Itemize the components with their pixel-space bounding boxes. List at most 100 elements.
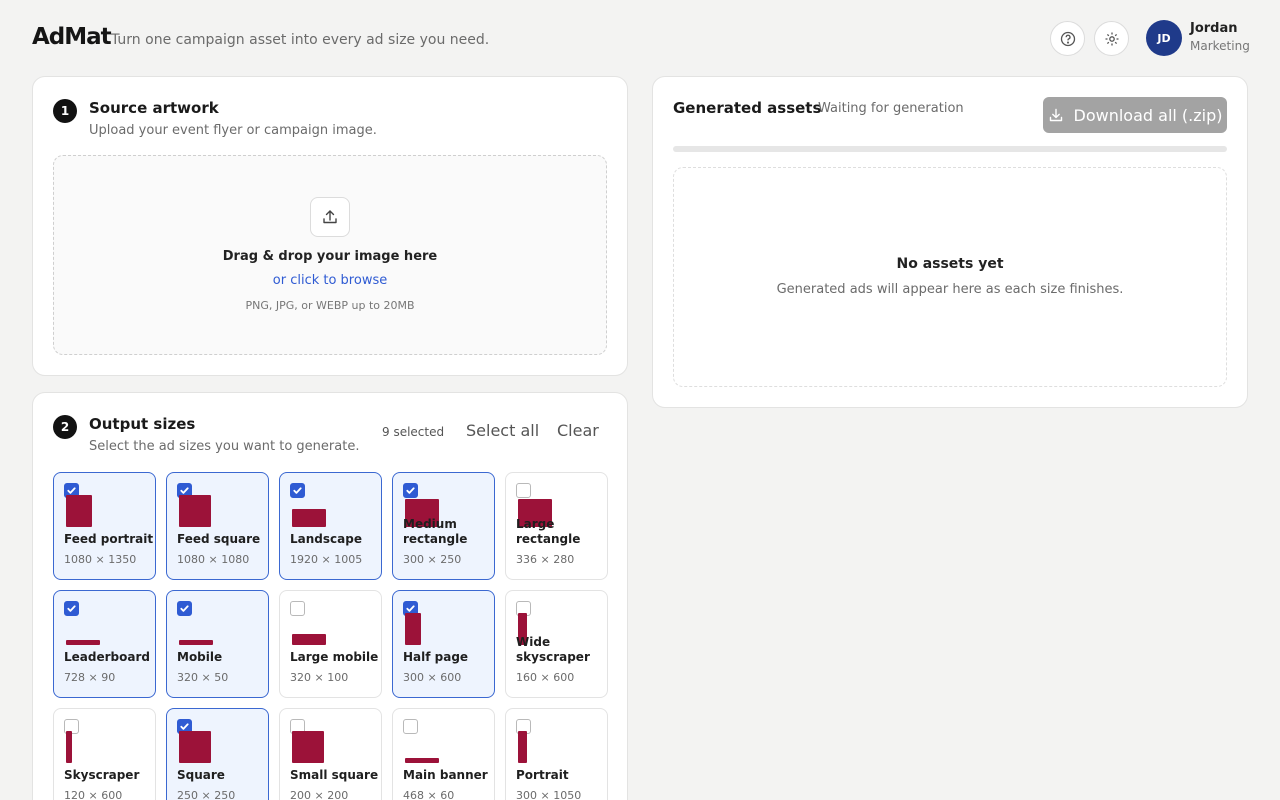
check-icon xyxy=(293,487,302,494)
size-name: Feed portrait xyxy=(64,532,154,546)
size-checkbox[interactable] xyxy=(516,483,531,498)
app-logo: AdMat xyxy=(32,24,112,50)
size-checkbox[interactable] xyxy=(403,483,418,498)
user-role: Marketing xyxy=(1190,39,1250,53)
app-tagline: Turn one campaign asset into every ad si… xyxy=(111,32,490,48)
browse-link[interactable]: or click to browse xyxy=(54,273,606,288)
help-icon xyxy=(1060,31,1075,46)
user-avatar[interactable]: JD xyxy=(1146,20,1182,56)
download-icon xyxy=(1049,108,1062,122)
size-name: Mobile xyxy=(177,650,223,664)
size-option[interactable]: Portrait 300 × 1050 xyxy=(505,708,608,800)
size-checkbox[interactable] xyxy=(290,601,305,616)
check-icon xyxy=(180,605,189,612)
size-dimensions: 320 × 100 xyxy=(290,671,349,684)
size-aspect-preview xyxy=(66,640,100,645)
size-aspect-preview xyxy=(292,634,326,645)
sizes-title: Output sizes xyxy=(89,415,196,433)
source-artwork-card: 1 Source artwork Upload your event flyer… xyxy=(32,76,628,376)
user-name: Jordan xyxy=(1190,21,1238,36)
size-aspect-preview xyxy=(179,731,211,763)
size-dimensions: 160 × 600 xyxy=(516,671,575,684)
size-name: Portrait xyxy=(516,768,569,782)
size-option[interactable]: Square 250 × 250 xyxy=(166,708,269,800)
size-dimensions: 300 × 1050 xyxy=(516,789,582,800)
source-subtitle: Upload your event flyer or campaign imag… xyxy=(89,123,377,138)
size-name: Landscape xyxy=(290,532,362,546)
clear-button[interactable]: Clear xyxy=(557,421,599,440)
size-aspect-preview xyxy=(66,495,92,527)
download-all-button[interactable]: Download all (.zip) xyxy=(1043,97,1227,133)
size-name: Wide skyscraper xyxy=(516,635,590,664)
size-option[interactable]: Large mobile 320 × 100 xyxy=(279,590,382,698)
settings-button[interactable] xyxy=(1094,21,1129,56)
size-aspect-preview xyxy=(518,731,527,763)
size-dimensions: 468 × 60 xyxy=(403,789,455,800)
size-name: Half page xyxy=(403,650,469,664)
size-name: Large rectangle xyxy=(516,517,581,546)
size-name: Skyscraper xyxy=(64,768,140,782)
step-badge-1: 1 xyxy=(53,99,77,123)
empty-state-subtitle: Generated ads will appear here as each s… xyxy=(776,282,1124,297)
size-checkbox[interactable] xyxy=(177,601,192,616)
size-name: Feed square xyxy=(177,532,261,546)
size-checkbox[interactable] xyxy=(290,483,305,498)
size-option[interactable]: Landscape 1920 × 1005 xyxy=(279,472,382,580)
size-name: Medium rectangle xyxy=(403,517,468,546)
output-sizes-card: 2 Output sizes Select the ad sizes you w… xyxy=(32,392,628,800)
step-badge-2: 2 xyxy=(53,415,77,439)
generated-title: Generated assets xyxy=(673,99,822,117)
size-option[interactable]: Half page 300 × 600 xyxy=(392,590,495,698)
generation-status: Waiting for generation xyxy=(818,101,964,116)
app-header: AdMat Turn one campaign asset into every… xyxy=(0,0,1280,76)
assets-empty-state: No assets yet Generated ads will appear … xyxy=(673,167,1227,387)
download-all-label: Download all (.zip) xyxy=(1073,105,1223,125)
size-checkbox[interactable] xyxy=(64,601,79,616)
size-aspect-preview xyxy=(405,613,421,645)
help-button[interactable] xyxy=(1050,21,1085,56)
generation-progress xyxy=(673,146,1227,152)
generated-assets-card: Generated assets Waiting for generation … xyxy=(652,76,1248,408)
sizes-subtitle: Select the ad sizes you want to generate… xyxy=(89,439,360,454)
upload-icon-box xyxy=(310,197,350,237)
dropzone-title: Drag & drop your image here xyxy=(222,249,438,264)
size-checkbox[interactable] xyxy=(403,719,418,734)
size-aspect-preview xyxy=(292,509,326,527)
size-name: Leaderboard xyxy=(64,650,150,664)
size-dimensions: 336 × 280 xyxy=(516,553,575,566)
size-aspect-preview xyxy=(292,731,324,763)
size-dimensions: 300 × 250 xyxy=(403,553,462,566)
empty-state-title: No assets yet xyxy=(896,256,1004,272)
size-option[interactable]: Main banner 468 × 60 xyxy=(392,708,495,800)
size-name: Small square xyxy=(290,768,379,782)
size-option[interactable]: Small square 200 × 200 xyxy=(279,708,382,800)
size-option[interactable]: Medium rectangle 300 × 250 xyxy=(392,472,495,580)
size-option[interactable]: Skyscraper 120 × 600 xyxy=(53,708,156,800)
size-option[interactable]: Feed portrait 1080 × 1350 xyxy=(53,472,156,580)
size-aspect-preview xyxy=(179,640,213,645)
selected-count: 9 selected xyxy=(382,425,445,439)
size-option[interactable]: Mobile 320 × 50 xyxy=(166,590,269,698)
image-dropzone[interactable]: Drag & drop your image here or click to … xyxy=(53,155,607,355)
size-name: Main banner xyxy=(403,768,488,782)
size-aspect-preview xyxy=(405,758,439,763)
size-name: Square xyxy=(177,768,225,782)
size-dimensions: 728 × 90 xyxy=(64,671,116,684)
select-all-button[interactable]: Select all xyxy=(466,421,539,440)
size-dimensions: 1080 × 1350 xyxy=(64,553,137,566)
size-option[interactable]: Large rectangle 336 × 280 xyxy=(505,472,608,580)
size-aspect-preview xyxy=(66,731,72,763)
gear-icon xyxy=(1105,32,1118,45)
size-option[interactable]: Leaderboard 728 × 90 xyxy=(53,590,156,698)
dropzone-hint: PNG, JPG, or WEBP up to 20MB xyxy=(245,299,415,312)
check-icon xyxy=(406,487,415,494)
size-dimensions: 200 × 200 xyxy=(290,789,349,800)
size-dimensions: 250 × 250 xyxy=(177,789,236,800)
size-dimensions: 300 × 600 xyxy=(403,671,462,684)
size-option[interactable]: Wide skyscraper 160 × 600 xyxy=(505,590,608,698)
size-dimensions: 320 × 50 xyxy=(177,671,229,684)
source-title: Source artwork xyxy=(89,99,219,117)
size-option[interactable]: Feed square 1080 × 1080 xyxy=(166,472,269,580)
size-dimensions: 120 × 600 xyxy=(64,789,123,800)
size-dimensions: 1080 × 1080 xyxy=(177,553,250,566)
